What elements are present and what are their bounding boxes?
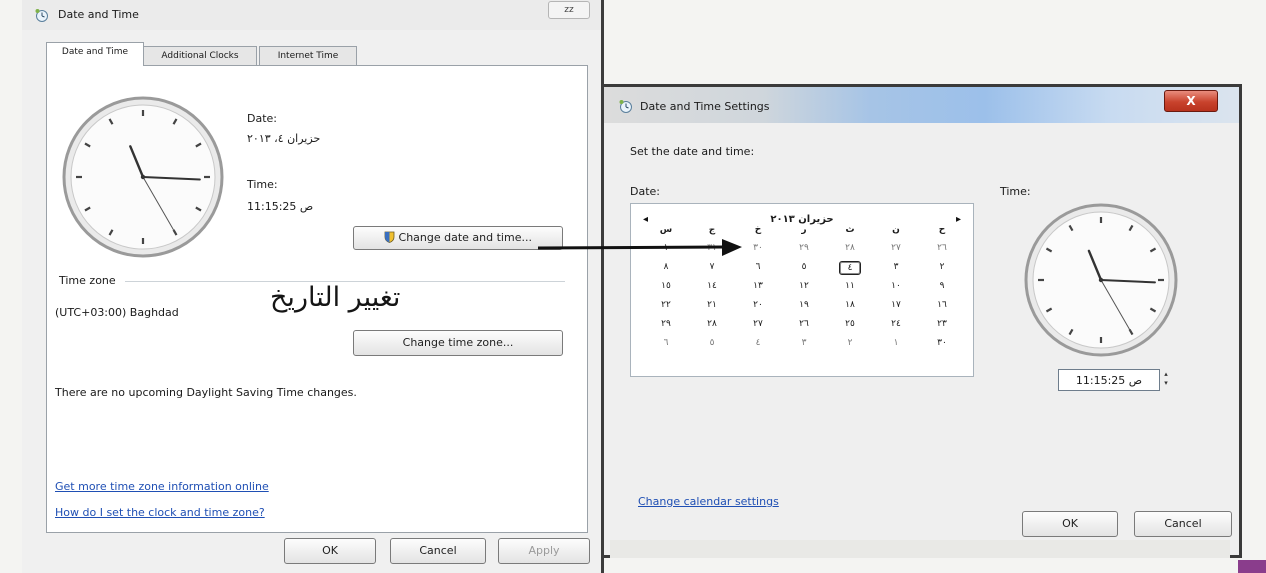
calendar-day[interactable]: ١٣ [735,280,781,292]
tab-date-and-time[interactable]: Date and Time [46,42,144,66]
change-calendar-settings-link[interactable]: Change calendar settings [638,495,779,508]
calendar-day[interactable]: ٢٥ [827,318,873,330]
calendar-day[interactable]: ٢٦ [781,318,827,330]
change-date-and-time-label: Change date and time... [398,231,532,244]
calendar-day[interactable]: ٢٣ [919,318,965,330]
shield-icon [384,231,399,244]
clock-center [1098,277,1104,283]
clock-app-icon [34,8,50,22]
calendar-day[interactable]: ٢٩ [643,318,689,330]
date-value: حزيران ٤، ٢٠١٣ [247,132,321,145]
calendar-day-selected[interactable]: ٤ [827,261,873,275]
calendar-day[interactable]: ٢٤ [873,318,919,330]
calendar-day[interactable]: ٢١ [689,299,735,311]
settings-date-label: Date: [630,185,660,198]
dst-message: There are no upcoming Daylight Saving Ti… [55,386,357,399]
weekday-header: خ [754,225,762,235]
how-to-set-clock-link[interactable]: How do I set the clock and time zone? [55,506,265,519]
date-and-time-settings-window: Date and Time Settings X Set the date an… [604,84,1242,558]
calendar-day[interactable]: ٥ [689,337,735,349]
calendar-day[interactable]: ١٧ [873,299,919,311]
calendar-day[interactable]: ٣ [781,337,827,349]
title-bar-button[interactable]: zz [548,1,590,19]
spin-down-icon[interactable]: ▾ [1164,379,1168,387]
spin-up-icon[interactable]: ▴ [1164,370,1168,378]
cancel-button[interactable]: Cancel [390,538,486,564]
calendar-day[interactable]: ١٦ [919,299,965,311]
date-label: Date: [247,112,277,125]
settings-analog-clock [1024,203,1178,357]
calendar-day[interactable]: ٢ [919,261,965,273]
calendar: ◂ حزيران ٢٠١٣ ▸ حنثرخجس٢٦٢٧٢٨٢٩٣٠٣١١٢٣٤٥… [630,203,974,377]
weekday-header: ج [708,225,716,235]
calendar-day[interactable]: ١٤ [689,280,735,292]
calendar-day[interactable]: ٥ [781,261,827,273]
time-zone-info-link[interactable]: Get more time zone information online [55,480,269,493]
weekday-header: ر [801,225,807,235]
calendar-day[interactable]: ٣ [873,261,919,273]
settings-window-title: Date and Time Settings [640,100,770,113]
time-spinner[interactable]: ▴ ▾ [1162,370,1170,390]
clock-app-icon [618,99,634,113]
calendar-day[interactable]: ٦ [643,337,689,349]
tab-internet-time[interactable]: Internet Time [259,46,357,65]
calendar-day[interactable]: ١٠ [873,280,919,292]
calendar-day[interactable]: ١٩ [781,299,827,311]
calendar-day[interactable]: ١٨ [827,299,873,311]
calendar-day[interactable]: ١ [873,337,919,349]
calendar-day[interactable]: ٢٩ [781,242,827,254]
time-zone-header: Time zone [59,274,116,287]
set-date-time-instruction: Set the date and time: [630,145,755,158]
calendar-day[interactable]: ١٢ [781,280,827,292]
ok-button[interactable]: OK [284,538,376,564]
analog-clock [62,96,224,258]
change-time-zone-button[interactable]: Change time zone... [353,330,563,356]
time-label: Time: [247,178,278,191]
time-input[interactable]: 11:15:25 ص [1058,369,1160,391]
calendar-day[interactable]: ٢٠ [735,299,781,311]
tab-additional-clocks[interactable]: Additional Clocks [143,46,257,65]
calendar-day[interactable]: ٢٦ [919,242,965,254]
calendar-day[interactable]: ٢٧ [735,318,781,330]
calendar-day[interactable]: ٤ [735,337,781,349]
calendar-day[interactable]: ٨ [643,261,689,273]
apply-button[interactable]: Apply [498,538,590,564]
calendar-day[interactable]: ٢٨ [827,242,873,254]
date-and-time-window: Date and Time zz Date and Time Additiona… [22,0,604,573]
pointer-arrow [538,239,742,256]
settings-cancel-button[interactable]: Cancel [1134,511,1232,537]
settings-time-label: Time: [1000,185,1031,198]
weekday-header: ح [938,225,946,235]
calendar-day[interactable]: ٦ [735,261,781,273]
clock-center [140,174,146,180]
calendar-day[interactable]: ٢ [827,337,873,349]
title-bar[interactable]: Date and Time zz [22,0,601,30]
calendar-day[interactable]: ١١ [827,280,873,292]
change-date-and-time-button[interactable]: Change date and time... [353,226,563,250]
background-strip [610,540,1230,558]
calendar-day[interactable]: ٢٧ [873,242,919,254]
close-button[interactable]: X [1164,90,1218,112]
weekday-header: س [659,225,673,235]
calendar-day[interactable]: ٢٨ [689,318,735,330]
calendar-day[interactable]: ٧ [689,261,735,273]
calendar-day[interactable]: ١٥ [643,280,689,292]
time-zone-value: (UTC+03:00) Baghdad [55,306,179,319]
corner-mark [1238,560,1266,573]
settings-ok-button[interactable]: OK [1022,511,1118,537]
calendar-day[interactable]: ٢٢ [643,299,689,311]
settings-title-bar[interactable]: Date and Time Settings X [604,87,1239,123]
change-date-caption: تغيير التاريخ [270,282,401,313]
calendar-day[interactable]: ٣٠ [919,337,965,349]
weekday-header: ن [892,225,900,235]
calendar-day[interactable]: ٩ [919,280,965,292]
window-title: Date and Time [58,8,139,21]
weekday-header: ث [845,225,855,235]
time-value: 11:15:25 ص [247,200,314,213]
